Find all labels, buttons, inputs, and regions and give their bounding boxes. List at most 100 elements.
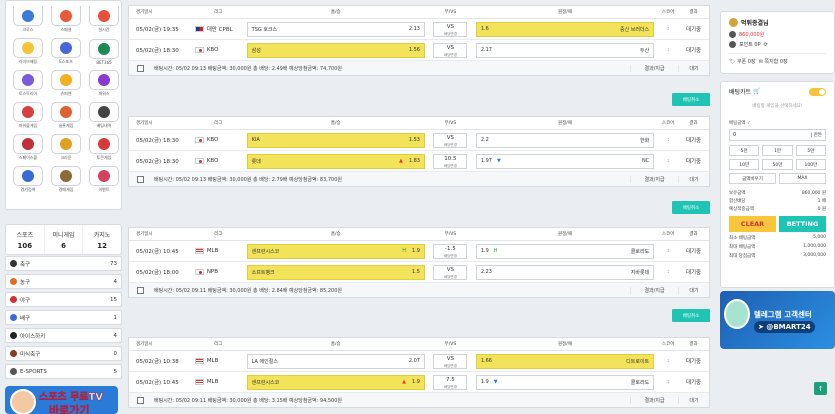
quick-1m[interactable]: 100만 [795, 159, 826, 170]
slip-toggle[interactable] [809, 87, 826, 96]
select-checkbox[interactable] [137, 286, 144, 294]
menu-item-10[interactable]: 슬롯게임 [51, 100, 81, 129]
bet-table: 경기일시 리그 홈/승 무/VS 원정/패 스코어 결과 05/02(금) 19:35 대만 C… [128, 5, 710, 76]
coin-icon [729, 31, 736, 38]
sport-item[interactable]: 아이스하키 4 [5, 328, 122, 343]
menu-item-5[interactable]: BET365 [89, 36, 119, 65]
menu-item-9[interactable]: 파워볼게임 [13, 100, 43, 129]
sport-item[interactable]: E-SPORTS 5 [5, 364, 122, 379]
quick-5k[interactable]: 5천 [729, 145, 760, 156]
menu-item-13[interactable]: 크라운 [51, 132, 81, 161]
away-bet[interactable]: 2.17 두산 [475, 42, 655, 58]
home-bet[interactable]: 소프트뱅크 1.5 [246, 264, 425, 280]
note-link[interactable]: ✉ 쪽지함 0장 [759, 59, 788, 65]
draw-bet[interactable]: 10.5 배당변경 [433, 153, 468, 169]
draw-bet[interactable]: VS 배당변경 [433, 42, 468, 58]
clear-button[interactable]: CLEAR [729, 216, 776, 232]
draw-bet[interactable]: VS 배당변경 [433, 21, 468, 37]
sport-item[interactable]: 농구 4 [5, 274, 122, 289]
menu-item-0[interactable]: 크로스 [13, 4, 43, 33]
away-bet[interactable]: 1.9 H 콜로라도 [475, 243, 655, 259]
result-status: 대기중 [685, 48, 702, 54]
country-flag-icon [194, 379, 204, 385]
score: : [667, 26, 670, 32]
result-status: 대기중 [685, 359, 702, 365]
quick-50k[interactable]: 5만 [795, 145, 826, 156]
away-bet[interactable]: 2.23 지바롯데 [475, 264, 655, 280]
bet-summary: 배팅시간: 05/02 09:11 배팅금액: 30,000원 총 배당: 2.… [154, 287, 342, 294]
change-button[interactable]: | 잔돈 [811, 132, 822, 138]
quick-10k[interactable]: 1만 [762, 145, 793, 156]
payout-status: 대기 [678, 396, 709, 404]
menu-item-1[interactable]: 스페셜 [51, 4, 81, 33]
menu-item-11[interactable]: 배팅내역 [89, 100, 119, 129]
draw-bet[interactable]: VS 배당변경 [433, 264, 468, 280]
draw-bet[interactable]: -1.5 배당변경 [433, 243, 468, 259]
cancel-bet-button[interactable]: 배팅취소 [672, 93, 710, 106]
menu-item-2[interactable]: 실시간 [89, 4, 119, 33]
home-bet[interactable]: 삼성 1.56 [246, 42, 425, 58]
table-footer: 배팅시간: 05/02 09:13 배팅금액: 30,000원 총 배당: 2.… [129, 61, 709, 75]
clear-amount-button[interactable]: 금액비우기 [729, 173, 776, 184]
quick-500k[interactable]: 50만 [762, 159, 793, 170]
select-checkbox[interactable] [137, 175, 144, 183]
menu-item-12[interactable]: 스페이스볼 [13, 132, 43, 161]
betting-button[interactable]: BETTING [779, 216, 826, 232]
draw-bet[interactable]: 7.5 배당변경 [433, 374, 468, 390]
sport-item[interactable]: 축구 73 [5, 256, 122, 271]
count-casino[interactable]: 카지노 12 [83, 225, 121, 254]
result-status: 대기중 [685, 27, 702, 33]
home-bet[interactable]: TSG 호크스 2.13 [246, 21, 425, 37]
payout-status-label: 결과/지급 [630, 286, 678, 294]
free-tv-banner[interactable]: 스포츠 무료TV 바로가기 [5, 386, 118, 414]
draw-bet[interactable]: VS 배당변경 [433, 132, 468, 148]
select-checkbox[interactable] [137, 64, 144, 72]
league-name: KBO [206, 158, 219, 164]
scroll-top-button[interactable]: ↑ [814, 382, 827, 395]
away-bet[interactable]: 1.97 ▼ NC [475, 153, 655, 169]
coupon-link[interactable]: 🏷 쿠폰 0장 [729, 59, 756, 65]
cancel-bet-button[interactable]: 배팅취소 [672, 201, 710, 214]
home-bet[interactable]: 샌프란시스코 ▲ 1.9 [246, 374, 425, 390]
count-sports[interactable]: 스포츠 106 [6, 225, 45, 254]
quick-amounts: 5천 1만 5만 10만 50만 100만 [729, 145, 826, 170]
refresh-icon[interactable]: ⟳ [764, 42, 768, 48]
count-minigame[interactable]: 미니게임 6 [45, 225, 84, 254]
home-bet[interactable]: 롯데 ▲ 1.83 [246, 153, 425, 169]
menu-item-3[interactable]: 라이브배팅 [13, 36, 43, 65]
payout-status-label: 결과/지급 [630, 64, 678, 72]
sport-item[interactable]: 미식축구 0 [5, 346, 122, 361]
score: : [667, 137, 670, 143]
home-bet[interactable]: KIA 1.53 [246, 132, 425, 148]
draw-bet[interactable]: VS 배당변경 [433, 353, 468, 369]
select-checkbox[interactable] [137, 396, 144, 404]
telegram-cs-banner[interactable]: 텔레그램 고객센터 ➤ @BMART24 [720, 291, 835, 349]
away-bet[interactable]: 1.9 ▼ 콜로라도 [475, 374, 655, 390]
point-icon [729, 41, 736, 48]
result-status: 대기중 [685, 380, 702, 386]
menu-item-4[interactable]: E스포츠 [51, 36, 81, 65]
home-bet[interactable]: LA 에인절스 2.07 [246, 353, 425, 369]
away-bet[interactable]: 1.66 디트로이트 [475, 353, 655, 369]
max-button[interactable]: MAX [779, 173, 826, 184]
menu-item-17[interactable]: 이벤트 [89, 164, 119, 193]
sport-item[interactable]: 야구 15 [5, 292, 122, 307]
table-row: 05/02(금) 18:30 KBO 롯데 ▲ 1.83 10.5 배당변경 1.97 ▼ NC:… [129, 151, 709, 172]
cancel-bet-button[interactable]: 배팅취소 [672, 309, 710, 322]
stat-expected: 예상적중금액 0 원 [729, 207, 826, 212]
quick-100k[interactable]: 10만 [729, 159, 760, 170]
menu-item-14[interactable]: 토큰게임 [89, 132, 119, 161]
menu-item-16[interactable]: 경매게임 [51, 164, 81, 193]
home-bet[interactable]: 샌프란시스코 H 1.9 [246, 243, 425, 259]
menu-item-15[interactable]: 경기검색 [13, 164, 43, 193]
menu-item-7[interactable]: 슈퍼맨 [51, 68, 81, 97]
sport-item[interactable]: 배구 1 [5, 310, 122, 325]
score: : [667, 379, 670, 385]
sport-icon [10, 332, 17, 339]
menu-icon [13, 166, 43, 186]
amount-input[interactable]: 0 | 잔돈 [729, 129, 826, 141]
away-bet[interactable]: 2.2 한화 [475, 132, 655, 148]
menu-item-8[interactable]: 파워스 [89, 68, 119, 97]
away-bet[interactable]: 1.6 중신 브러더스 [475, 21, 655, 37]
menu-item-6[interactable]: 토스트리아 [13, 68, 43, 97]
